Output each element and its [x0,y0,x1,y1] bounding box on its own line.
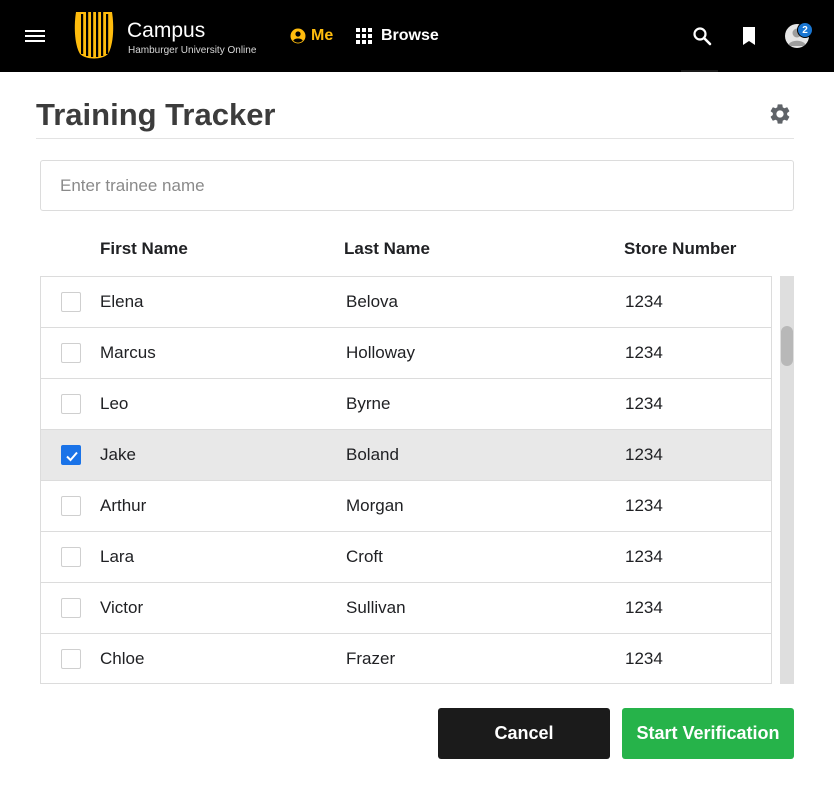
cell-first-name: Lara [100,547,135,566]
cell-first-name: Marcus [100,343,156,362]
row-checkbox[interactable] [61,496,81,516]
table-row-selected[interactable]: Jake Boland 1234 [41,430,771,481]
table-row[interactable]: Arthur Morgan 1234 [41,481,771,532]
cell-last-name: Boland [346,445,399,464]
cell-last-name: Croft [346,547,383,566]
page-title: Training Tracker [36,97,276,132]
cell-last-name: Morgan [346,496,404,515]
cell-store-number: 1234 [625,394,663,413]
cell-first-name: Leo [100,394,129,413]
nav-me-label: Me [311,27,334,44]
column-header-store-number[interactable]: Store Number [624,238,736,260]
campus-logo-icon[interactable] [70,10,118,62]
cell-store-number: 1234 [625,445,663,464]
cell-store-number: 1234 [625,496,663,515]
cell-first-name: Arthur [100,496,147,515]
notification-badge[interactable]: 2 [797,22,813,38]
row-checkbox[interactable] [61,547,81,567]
cell-store-number: 1234 [625,292,663,311]
column-header-last-name[interactable]: Last Name [344,238,430,260]
cell-store-number: 1234 [625,598,663,617]
trainee-search-input[interactable] [40,160,794,211]
nav-me[interactable]: Me [290,24,333,48]
row-checkbox[interactable] [61,292,81,312]
row-checkbox[interactable] [61,394,81,414]
table-row[interactable]: Victor Sullivan 1234 [41,583,771,634]
cell-first-name: Chloe [100,649,145,668]
menu-icon[interactable] [22,24,50,48]
cell-first-name: Jake [100,445,136,464]
trainee-table: Elena Belova 1234 Marcus Holloway 1234 L… [40,276,772,684]
table-row[interactable]: Lara Croft 1234 [41,532,771,583]
account-circle-icon [290,28,306,44]
column-header-first-name[interactable]: First Name [100,238,188,260]
bookmark-icon[interactable] [737,24,761,48]
cell-store-number: 1234 [625,343,663,362]
cell-store-number: 1234 [625,649,663,668]
table-row[interactable]: Chloe Frazer 1234 [41,634,771,683]
header-divider [36,138,794,139]
table-row[interactable]: Marcus Holloway 1234 [41,328,771,379]
cell-last-name: Byrne [346,394,391,413]
brand-subtitle: Hamburger University Online [128,45,257,56]
row-checkbox[interactable] [61,343,81,363]
search-icon[interactable] [690,24,714,48]
brand-title: Campus [127,19,206,42]
cancel-button[interactable]: Cancel [438,708,610,759]
row-checkbox-checked[interactable] [61,445,81,465]
grid-icon [356,28,372,44]
table-row[interactable]: Leo Byrne 1234 [41,379,771,430]
cell-store-number: 1234 [625,547,663,566]
table-scrollbar-thumb[interactable] [781,326,793,366]
nav-browse[interactable]: Browse [356,24,439,48]
cell-last-name: Holloway [346,343,415,362]
cell-last-name: Sullivan [346,598,406,617]
nav-divider [681,70,718,72]
cell-last-name: Frazer [346,649,396,668]
cell-first-name: Victor [100,598,144,617]
start-verification-button[interactable]: Start Verification [622,708,794,759]
row-checkbox[interactable] [61,598,81,618]
cell-last-name: Belova [346,292,398,311]
table-row[interactable]: Elena Belova 1234 [41,277,771,328]
row-checkbox[interactable] [61,649,81,669]
gear-icon[interactable] [768,102,792,126]
cell-first-name: Elena [100,292,144,311]
top-nav-bar: Campus Hamburger University Online Me Br… [0,0,834,72]
checkmark-icon [66,451,78,462]
nav-browse-label: Browse [381,27,439,44]
